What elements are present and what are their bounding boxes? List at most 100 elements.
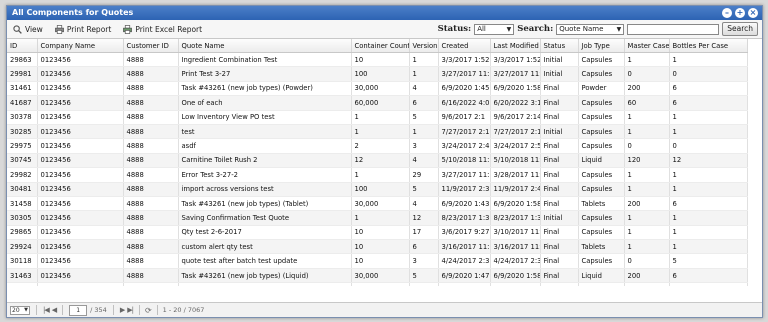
table-cell: 6/16/2022 4:0 — [438, 95, 491, 111]
column-header[interactable]: Master Cases — [624, 39, 670, 53]
print-excel-report-button[interactable]: Print Excel Report — [123, 25, 202, 34]
column-header[interactable]: Job Type — [578, 39, 625, 53]
column-header[interactable]: Last Modified — [490, 39, 541, 53]
table-cell: 0 — [624, 253, 670, 269]
table-cell: 6/9/2020 1:58 — [490, 268, 541, 284]
column-header[interactable]: Version — [409, 39, 439, 53]
table-row[interactable]: 3054801234564888test111/9/2018 11:51/9/2… — [7, 282, 748, 286]
table-row[interactable]: 30118 0123456 4888 quote test after batch t… — [7, 253, 748, 269]
table-cell: 29924 — [7, 239, 38, 255]
table-cell: 31458 — [7, 196, 38, 212]
column-header[interactable]: Created — [438, 39, 491, 53]
table-row[interactable]: 30285 0123456 4888 test 1 1 7/27/2017 2:1 7/27/… — [7, 124, 748, 140]
table-cell: Capsules — [578, 253, 625, 269]
table-cell: 1 — [624, 210, 670, 226]
table-row[interactable]: 30745 0123456 4888 Carnitine Toilet Rush 21… — [7, 153, 748, 169]
table-cell: 6 — [409, 239, 439, 255]
table-cell: 30285 — [7, 124, 38, 140]
table-cell: 10 — [351, 52, 410, 68]
column-header[interactable]: Customer ID — [123, 39, 179, 53]
table-cell: 2 — [351, 138, 410, 154]
table-row[interactable]: 29975 0123456 4888 asdf 2 3 3/24/2017 2:4 3/24/… — [7, 138, 748, 154]
table-cell: 5 — [409, 110, 439, 125]
table-cell: 5/10/2018 11: — [490, 153, 541, 169]
table-row[interactable]: 31463 0123456 4888 Task #43261 (new job typ… — [7, 268, 748, 284]
current-page-input[interactable]: 1 — [69, 304, 88, 316]
table-cell: 3 — [409, 253, 439, 269]
table-cell: 1 — [351, 167, 410, 183]
table-row[interactable]: 29865 0123456 4888 Qty test 2-6-2017 10 17 3/6… — [7, 225, 748, 241]
view-button[interactable]: View — [13, 25, 43, 34]
table-row[interactable]: 29924 0123456 4888 custom alert qty test 10 6… — [7, 239, 748, 255]
column-header[interactable]: Company Name — [37, 39, 124, 53]
table-cell: 0123456 — [37, 268, 124, 284]
minimize-icon[interactable]: – — [722, 8, 732, 18]
next-page-icon[interactable]: ▶ — [120, 306, 125, 314]
last-page-icon[interactable]: ▶| — [127, 306, 134, 314]
first-page-icon[interactable]: |◀ — [43, 306, 50, 314]
table-cell: Final — [540, 153, 579, 169]
table-row[interactable]: 31458 0123456 4888 Task #43261 (new job typ… — [7, 196, 748, 212]
table-cell: Capsules — [578, 124, 625, 140]
table-cell: 0123456 — [37, 95, 124, 111]
table-cell: 29981 — [7, 66, 38, 82]
table-row[interactable]: 30305 0123456 4888 Saving Confirmation Test… — [7, 210, 748, 226]
table-cell: Capsules — [578, 167, 625, 183]
search-field-select[interactable]: Quote Name ▼ — [556, 23, 625, 35]
table-cell: 41687 — [7, 95, 38, 111]
print-report-button[interactable]: Print Report — [54, 25, 111, 34]
table-cell: 0123456 — [37, 182, 124, 197]
table-cell: Final — [540, 110, 579, 125]
table-cell: 10 — [351, 239, 410, 255]
table-cell: 0123456 — [37, 253, 124, 269]
table-row[interactable]: 41687 0123456 4888 One of each 60,000 6 6/16/2… — [7, 95, 748, 111]
table-cell: 4888 — [123, 268, 179, 284]
table-cell: 5 — [409, 268, 439, 284]
table-row[interactable]: 29863 0123456 4888 Ingredient Combination T… — [7, 52, 748, 68]
table-cell: Ingredient Combination Test — [178, 52, 352, 68]
table-cell: 30,000 — [351, 196, 410, 212]
table-cell: 3/27/2017 11: — [438, 66, 491, 82]
refresh-icon[interactable]: ⟳ — [145, 306, 152, 315]
table-row[interactable]: 30378 0123456 4888 Low Inventory View PO te… — [7, 110, 748, 125]
table-cell: 4/24/2017 2:3 — [438, 253, 491, 269]
table-cell: 6 — [669, 95, 748, 111]
close-icon[interactable]: × — [748, 8, 758, 18]
page-size-select[interactable]: 20 ▼ — [10, 305, 30, 315]
column-header[interactable]: Bottles Per Case — [669, 39, 748, 53]
table-body: 29863 0123456 4888 Ingredient Combination T… — [7, 52, 748, 286]
table-cell: 4888 — [123, 282, 179, 286]
column-header[interactable]: Quote Name — [178, 39, 352, 53]
table-cell: 3/16/2017 11: — [490, 239, 541, 255]
status-select[interactable]: All ▼ — [474, 23, 515, 35]
components-window: All Components for Quotes – + × View Pri… — [6, 5, 763, 318]
table-cell: Carnitine Toilet Rush 2 — [178, 153, 352, 169]
table-cell: 5 — [409, 182, 439, 197]
table-cell: 6 — [669, 268, 748, 284]
table-cell: 4888 — [123, 225, 179, 241]
table-cell: 0 — [624, 138, 670, 154]
table-cell: 6/9/2020 1:58 — [490, 196, 541, 212]
table-cell: Initial — [540, 124, 579, 140]
table-cell: 4888 — [123, 167, 179, 183]
record-range-text: 1 - 20 / 7067 — [162, 306, 205, 314]
column-header[interactable]: Status — [540, 39, 579, 53]
search-button[interactable]: Search — [722, 22, 758, 36]
prev-page-icon[interactable]: ◀ — [52, 306, 57, 314]
maximize-icon[interactable]: + — [735, 8, 745, 18]
table-cell: Capsules — [578, 95, 625, 111]
table-cell: 4888 — [123, 196, 179, 212]
table-cell: 4888 — [123, 66, 179, 82]
table-cell: Tablets — [578, 239, 625, 255]
status-select-value: All — [477, 25, 486, 33]
table-row[interactable]: 29982 0123456 4888 Error Test 3-27-2 1 29 3/27… — [7, 167, 748, 183]
table-row[interactable]: 31461 0123456 4888 Task #43261 (new job typ… — [7, 81, 748, 97]
table-row[interactable]: 30481 0123456 4888 import across versions t… — [7, 182, 748, 197]
column-header[interactable]: ID — [7, 39, 38, 53]
table-row[interactable]: 29981 0123456 4888 Print Test 3-27 100 1 3/27/… — [7, 66, 748, 82]
table-cell: Liquid — [578, 153, 625, 169]
search-input[interactable] — [627, 23, 720, 35]
table-cell: 3/6/2017 9:27 — [438, 225, 491, 241]
table-cell: 29863 — [7, 52, 38, 68]
column-header[interactable]: Container Count — [351, 39, 410, 53]
